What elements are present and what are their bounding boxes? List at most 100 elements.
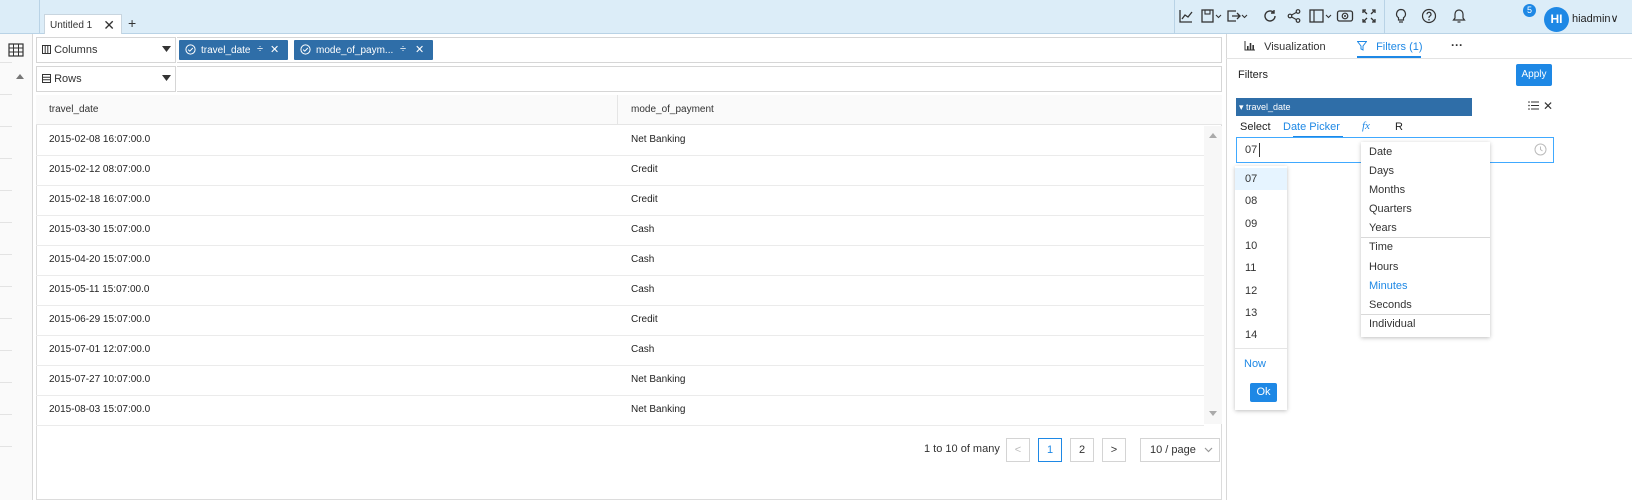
preview-icon[interactable] <box>1336 8 1358 28</box>
unit-option-hours[interactable]: Hours <box>1369 261 1398 273</box>
remove-chip-icon[interactable]: ✕ <box>415 43 424 56</box>
unit-option-years[interactable]: Years <box>1369 222 1397 234</box>
apply-button[interactable]: Apply <box>1516 64 1552 86</box>
page-2-button[interactable]: 2 <box>1070 438 1094 462</box>
hour-option[interactable]: 13 <box>1235 302 1287 324</box>
table-row[interactable]: 2015-07-01 12:07:00.0 Cash <box>36 335 1204 366</box>
table-row[interactable]: 2015-04-20 15:07:00.0 Cash <box>36 245 1204 276</box>
unit-option-days[interactable]: Days <box>1369 165 1394 177</box>
cell-travel-date: 2015-07-27 10:07:00.0 <box>49 374 151 385</box>
unit-option-minutes[interactable]: Minutes <box>1369 280 1408 292</box>
page-1-button[interactable]: 1 <box>1038 438 1062 462</box>
panel-divider <box>1226 58 1632 59</box>
table-row[interactable]: 2015-02-08 16:07:00.0 Net Banking <box>36 125 1204 156</box>
table-row[interactable]: 2015-05-11 15:07:00.0 Cash <box>36 275 1204 306</box>
mode-fx[interactable]: fx <box>1362 120 1370 132</box>
hour-option[interactable]: 09 <box>1235 213 1287 235</box>
bell-icon[interactable] <box>1451 8 1473 28</box>
unit-option-individual[interactable]: Individual <box>1369 318 1415 330</box>
filter-field-header[interactable]: ▾ travel_date <box>1236 98 1472 116</box>
text-cursor <box>1259 143 1260 157</box>
mode-r[interactable]: R <box>1395 121 1403 133</box>
list-icon[interactable] <box>1528 101 1539 110</box>
fullscreen-icon[interactable] <box>1361 8 1383 28</box>
hour-option[interactable]: 12 <box>1235 280 1287 302</box>
table-row[interactable]: 2015-02-18 16:07:00.0 Credit <box>36 185 1204 216</box>
column-chip-travel-date[interactable]: travel_date ÷ ✕ <box>179 40 288 60</box>
table-row[interactable]: 2015-02-12 08:07:00.0 Credit <box>36 155 1204 186</box>
close-tab-icon[interactable]: ✕ <box>103 17 115 34</box>
save-icon[interactable] <box>1200 8 1222 28</box>
unit-menu-divider <box>1361 314 1490 315</box>
hour-option[interactable]: 10 <box>1235 235 1287 257</box>
scroll-up-icon[interactable] <box>1208 132 1218 139</box>
rows-drop-zone[interactable] <box>177 66 1222 92</box>
hour-option[interactable]: 08 <box>1235 190 1287 212</box>
chart-icon[interactable] <box>1178 8 1200 28</box>
hour-option-label: 12 <box>1245 284 1258 297</box>
avatar[interactable]: HI <box>1544 7 1569 32</box>
toolbar-left-corner <box>0 0 40 34</box>
columns-dropdown-icon[interactable] <box>162 46 171 52</box>
prev-page-button[interactable]: < <box>1006 438 1030 462</box>
sort-icon[interactable]: ÷ <box>400 43 406 55</box>
tab-visualization[interactable]: Visualization <box>1244 41 1326 53</box>
layout-icon[interactable] <box>1308 8 1332 28</box>
export-icon[interactable] <box>1226 8 1248 28</box>
user-menu[interactable]: hiadmin∨ <box>1572 12 1619 25</box>
rows-shelf[interactable]: Rows <box>36 66 176 92</box>
next-page-button[interactable]: > <box>1102 438 1126 462</box>
unit-option-date[interactable]: Date <box>1369 146 1392 158</box>
tab-untitled[interactable]: Untitled 1 ✕ <box>44 14 122 34</box>
tab-filters[interactable]: Filters (1) <box>1357 41 1423 53</box>
table-row[interactable]: 2015-03-30 15:07:00.0 Cash <box>36 215 1204 246</box>
hour-option[interactable]: 14 <box>1235 324 1287 346</box>
table-row[interactable]: 2015-08-03 15:07:00.0 Net Banking <box>36 395 1204 426</box>
table-header: travel_date mode_of_payment <box>36 95 1222 125</box>
mode-select[interactable]: Select <box>1240 121 1271 133</box>
ok-button[interactable]: Ok <box>1250 383 1277 402</box>
columns-shelf[interactable]: Columns <box>36 37 176 63</box>
unit-option-quarters[interactable]: Quarters <box>1369 203 1412 215</box>
sort-icon[interactable]: ÷ <box>257 43 263 55</box>
scroll-down-icon[interactable] <box>1208 410 1218 417</box>
table-row[interactable]: 2015-06-29 15:07:00.0 Credit <box>36 305 1204 336</box>
rows-dropdown-icon[interactable] <box>162 75 171 81</box>
table-view-icon[interactable] <box>8 43 24 57</box>
mode-date-picker[interactable]: Date Picker <box>1283 121 1340 133</box>
column-header-mode-of-payment[interactable]: mode_of_payment <box>631 104 714 115</box>
hour-option[interactable]: 07 <box>1235 168 1287 190</box>
cell-travel-date: 2015-02-18 16:07:00.0 <box>49 194 151 205</box>
rows-icon <box>42 74 51 83</box>
unit-option-seconds[interactable]: Seconds <box>1369 299 1412 311</box>
cell-travel-date: 2015-02-12 08:07:00.0 <box>49 164 151 175</box>
help-icon[interactable] <box>1421 8 1443 28</box>
now-link[interactable]: Now <box>1244 358 1266 370</box>
left-strip <box>0 34 33 500</box>
toolbar-divider <box>1174 0 1175 34</box>
share-icon[interactable] <box>1286 8 1308 28</box>
column-divider <box>617 95 618 125</box>
table-scrollbar[interactable] <box>1204 126 1222 424</box>
rows-label: Rows <box>42 73 82 85</box>
unit-option-time[interactable]: Time <box>1369 241 1393 253</box>
cell-mode-of-payment: Credit <box>631 314 658 325</box>
remove-chip-icon[interactable]: ✕ <box>270 43 279 56</box>
page-size-select[interactable]: 10 / page <box>1140 438 1220 462</box>
column-chip-mode-of-payment[interactable]: mode_of_paym... ÷ ✕ <box>294 40 433 60</box>
refresh-icon[interactable] <box>1262 8 1284 28</box>
remove-filter-icon[interactable]: ✕ <box>1543 99 1553 113</box>
time-input-value: 07 <box>1245 144 1258 156</box>
column-header-travel-date[interactable]: travel_date <box>49 104 98 115</box>
notification-badge: 5 <box>1523 4 1536 17</box>
more-options-button[interactable]: ··· <box>1451 38 1463 52</box>
lightbulb-icon[interactable] <box>1393 8 1415 28</box>
hour-option[interactable]: 11 <box>1235 257 1287 279</box>
bar-chart-icon <box>1244 41 1255 51</box>
unit-option-months[interactable]: Months <box>1369 184 1405 196</box>
filter-field-label: ▾ travel_date <box>1239 102 1291 112</box>
add-tab-button[interactable]: + <box>128 15 136 31</box>
table-row[interactable]: 2015-07-27 10:07:00.0 Net Banking <box>36 365 1204 396</box>
cell-mode-of-payment: Cash <box>631 224 655 235</box>
collapse-up-icon[interactable] <box>15 72 25 80</box>
